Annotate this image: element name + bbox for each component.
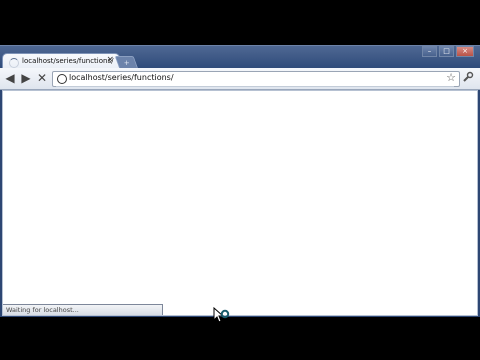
toolbar: ◀ ▶ ✕ localhost/series/functions/ ☆: [0, 68, 480, 90]
browser-window: localhost/series/functions/ × + – □ × ◀ …: [0, 45, 480, 323]
loading-bar: [56, 86, 454, 87]
tab-title: localhost/series/functions/: [22, 57, 114, 65]
globe-icon: [57, 74, 67, 84]
window-controls: – □ ×: [422, 46, 474, 57]
title-bar: localhost/series/functions/ × + – □ ×: [0, 46, 480, 71]
tab-close-button[interactable]: ×: [106, 55, 114, 65]
minimize-button[interactable]: –: [422, 46, 437, 57]
address-bar[interactable]: localhost/series/functions/ ☆: [52, 71, 460, 87]
forward-button[interactable]: ▶: [19, 71, 33, 85]
page-content[interactable]: Waiting for localhost...: [2, 90, 478, 323]
back-arrow-icon: ◀: [5, 71, 15, 85]
url-text: localhost/series/functions/: [69, 73, 174, 82]
forward-arrow-icon: ▶: [21, 71, 31, 85]
stop-icon: ✕: [36, 71, 48, 85]
wrench-icon: [463, 71, 474, 82]
star-icon[interactable]: ☆: [446, 71, 456, 84]
tab-loading-spinner-icon: [9, 58, 19, 68]
maximize-button[interactable]: □: [439, 46, 454, 57]
status-bubble: Waiting for localhost...: [3, 304, 163, 315]
busy-cursor-icon: [213, 307, 230, 323]
wrench-menu-button[interactable]: [461, 71, 475, 85]
stop-button[interactable]: ✕: [35, 71, 49, 85]
back-button[interactable]: ◀: [3, 71, 17, 85]
close-window-button[interactable]: ×: [456, 46, 474, 57]
